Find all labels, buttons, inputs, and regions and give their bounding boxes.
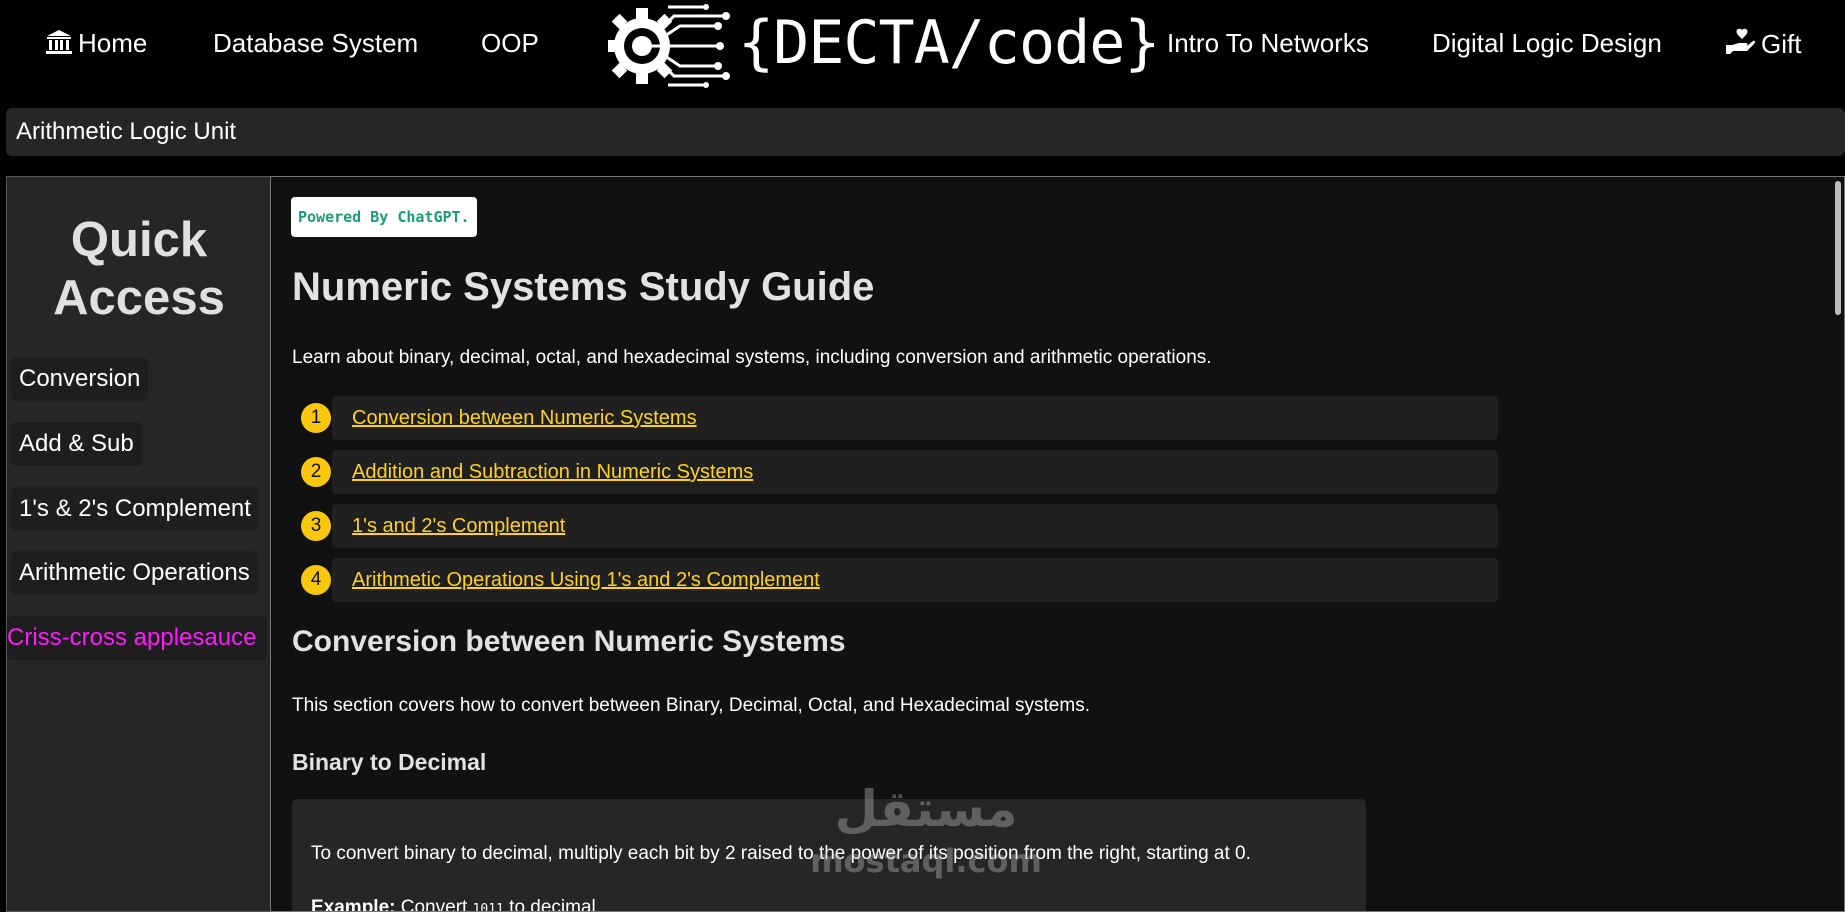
- nav-gift-link[interactable]: Gift: [1725, 28, 1801, 63]
- toc-item: 1's and 2's Complement 3: [292, 504, 1498, 548]
- breadcrumb: Arithmetic Logic Unit: [6, 108, 1845, 156]
- example-label: Example:: [311, 897, 396, 912]
- intro-text: Learn about binary, decimal, octal, and …: [292, 347, 1212, 368]
- sidebar-item-conversion[interactable]: Conversion: [11, 357, 149, 401]
- sidebar-item-arithmetic-operations[interactable]: Arithmetic Operations: [11, 551, 258, 595]
- card-text: To convert binary to decimal, multiply e…: [311, 843, 1251, 864]
- toc-number-badge: 4: [301, 565, 331, 595]
- top-navbar: Home Database System OOP {DECTA/code} In…: [0, 0, 1845, 96]
- section-title: Conversion between Numeric Systems: [292, 625, 846, 658]
- subsection-title: Binary to Decimal: [292, 749, 487, 775]
- sidebar-item-complement[interactable]: 1's & 2's Complement: [11, 487, 259, 531]
- nav-home-label: Home: [78, 28, 148, 58]
- logo-text: {DECTA/code}: [738, 8, 1160, 78]
- page-title: Numeric Systems Study Guide: [292, 265, 875, 309]
- circuit-gear-icon: [606, 4, 730, 88]
- toc-item: Addition and Subtraction in Numeric Syst…: [292, 450, 1498, 494]
- toc-item-box: Addition and Subtraction in Numeric Syst…: [332, 450, 1498, 494]
- main-scrollbar[interactable]: [1832, 177, 1844, 911]
- sidebar-title: Quick Access: [7, 211, 271, 327]
- toc-item: Arithmetic Operations Using 1's and 2's …: [292, 558, 1498, 602]
- toc-item-box: Conversion between Numeric Systems: [332, 396, 1498, 440]
- toc-link-complement[interactable]: 1's and 2's Complement: [352, 504, 565, 548]
- nav-digital-logic-link[interactable]: Digital Logic Design: [1432, 28, 1662, 59]
- sidebar-item-add-sub[interactable]: Add & Sub: [11, 422, 142, 466]
- sidebar-title-line1: Quick: [70, 213, 208, 267]
- card-example: Example: Convert 1011 to decimal: [311, 897, 596, 912]
- toc-link-arithmetic-operations[interactable]: Arithmetic Operations Using 1's and 2's …: [352, 558, 820, 602]
- binary-to-decimal-card: To convert binary to decimal, multiply e…: [292, 799, 1366, 912]
- bank-icon: [46, 29, 72, 62]
- toc-item-box: 1's and 2's Complement: [332, 504, 1498, 548]
- example-text-before: Convert: [400, 897, 468, 912]
- nav-home-link[interactable]: Home: [46, 28, 147, 62]
- sidebar-item-criss-cross[interactable]: Criss-cross applesauce: [7, 616, 267, 660]
- example-code: 1011: [472, 902, 504, 912]
- sidebar-title-line2: Access: [53, 271, 225, 325]
- toc-link-add-sub[interactable]: Addition and Subtraction in Numeric Syst…: [352, 450, 753, 494]
- toc-item-box: Arithmetic Operations Using 1's and 2's …: [332, 558, 1498, 602]
- powered-by-badge: Powered By ChatGPT.: [291, 197, 477, 237]
- decta-code-logo[interactable]: {DECTA/code}: [606, 2, 1160, 90]
- nav-database-link[interactable]: Database System: [213, 28, 418, 59]
- nav-oop-link[interactable]: OOP: [481, 28, 539, 59]
- example-text-after: to decimal: [509, 897, 596, 912]
- nav-gift-label: Gift: [1761, 29, 1802, 59]
- nav-networks-link[interactable]: Intro To Networks: [1167, 28, 1369, 59]
- scrollbar-thumb[interactable]: [1835, 181, 1841, 315]
- toc-link-conversion[interactable]: Conversion between Numeric Systems: [352, 396, 697, 440]
- toc-item: Conversion between Numeric Systems 1: [292, 396, 1498, 440]
- hand-holding-heart-icon: [1725, 28, 1756, 63]
- quick-access-sidebar: Quick Access Conversion Add & Sub 1's & …: [6, 176, 270, 912]
- main-content: Powered By ChatGPT. Numeric Systems Stud…: [270, 176, 1845, 912]
- toc-number-badge: 3: [301, 511, 331, 541]
- toc-number-badge: 2: [301, 457, 331, 487]
- section-intro: This section covers how to convert betwe…: [292, 695, 1090, 716]
- toc-number-badge: 1: [301, 403, 331, 433]
